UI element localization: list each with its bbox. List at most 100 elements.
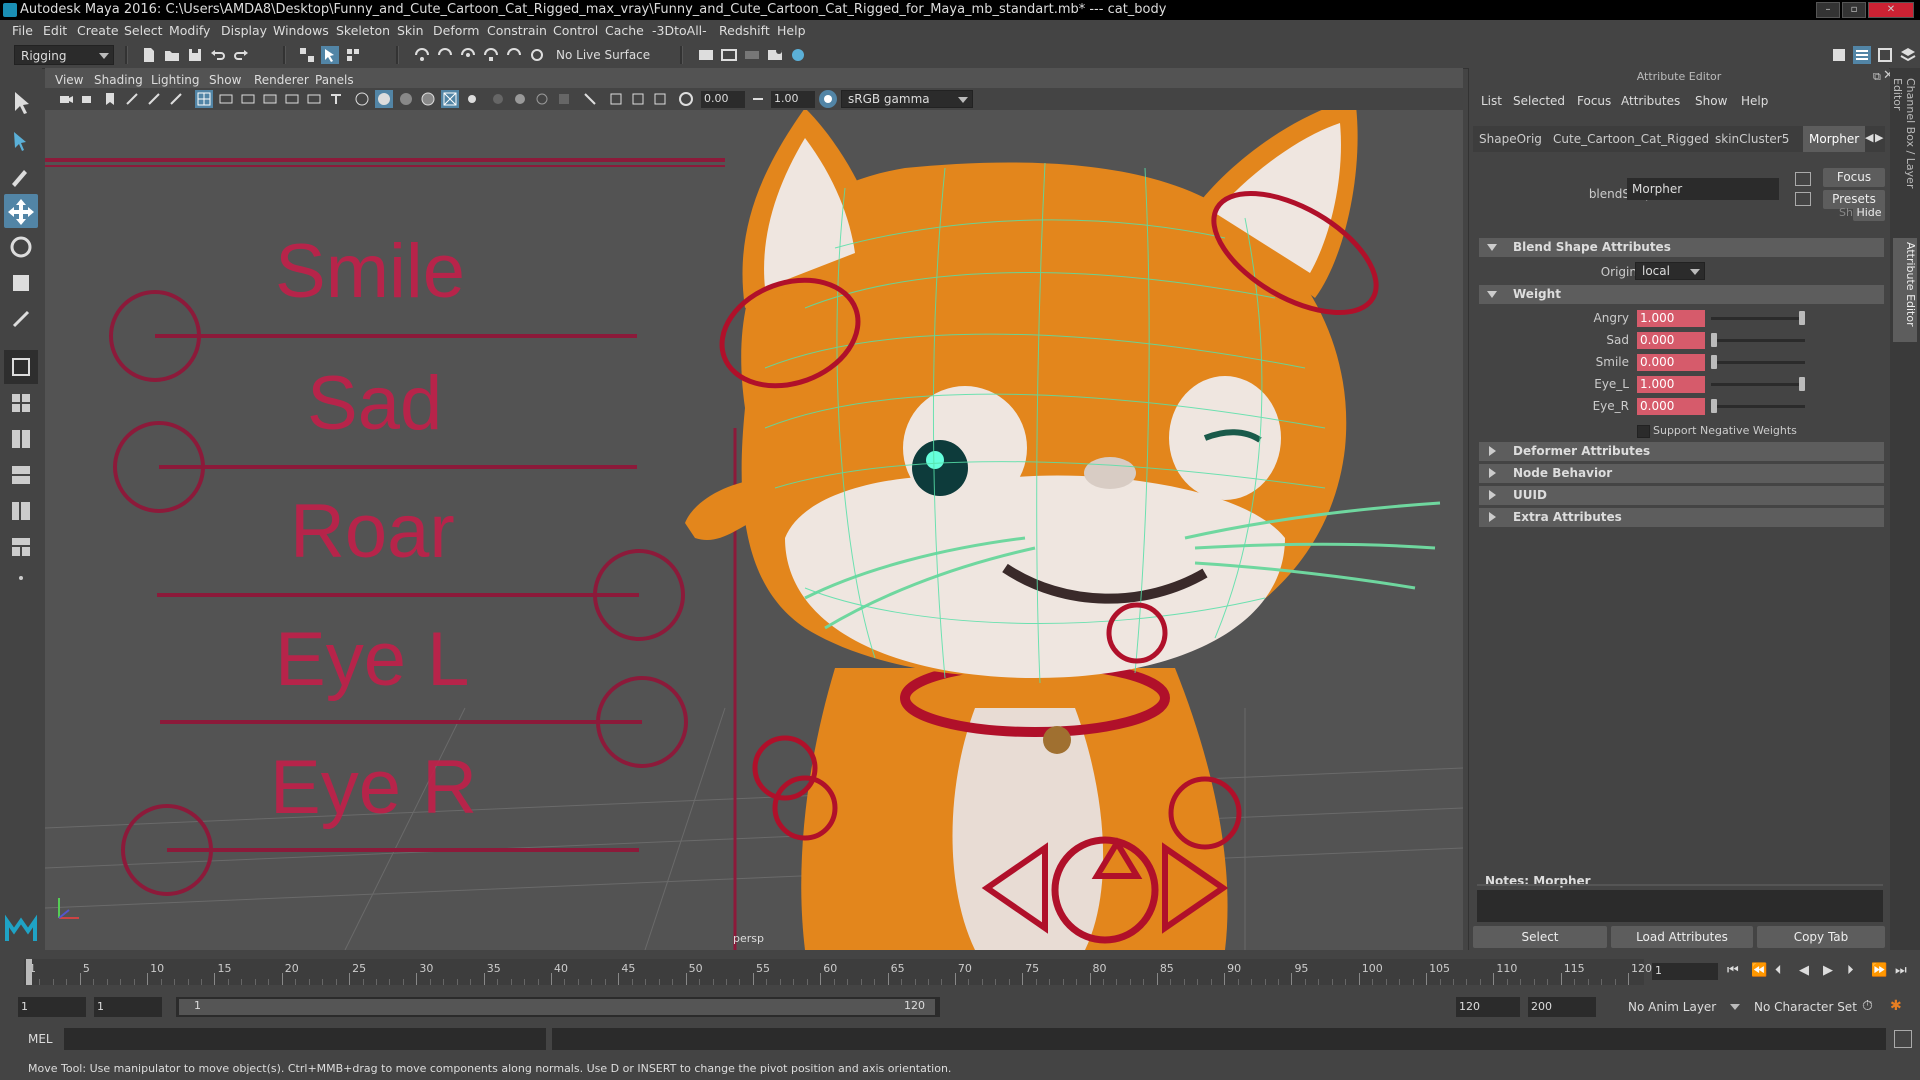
node-name-field[interactable]: Morpher — [1627, 178, 1779, 200]
modeling-toolkit-icon[interactable] — [1830, 46, 1848, 64]
go-to-start-icon[interactable]: ⏮ — [1727, 963, 1739, 978]
scale-tool-icon[interactable] — [4, 266, 38, 300]
weight-field-smile[interactable]: 0.000 — [1637, 354, 1705, 371]
viewport-3d[interactable]: Smile Sad Roar Eye L Eye R persp — [45, 68, 1463, 950]
weight-slider[interactable] — [1711, 377, 1805, 391]
ae-menu-selected[interactable]: Selected — [1513, 94, 1565, 108]
section-node-behavior[interactable]: Node Behavior — [1479, 464, 1884, 483]
go-to-end-icon[interactable]: ⏭ — [1895, 963, 1907, 978]
attribute-editor-toggle-icon[interactable] — [1853, 46, 1871, 64]
section-blend-shape-attributes[interactable]: Blend Shape Attributes — [1479, 238, 1884, 257]
anti-aliasing-icon[interactable] — [555, 90, 573, 108]
auto-key-icon[interactable]: ⏱ — [1862, 998, 1873, 1014]
playback-end-field[interactable]: 120 — [1456, 997, 1520, 1017]
time-ruler[interactable]: 1 5 10 15 20 25 30 35 40 45 50 55 60 65 70 75 80 85 90 95 10… — [24, 959, 1652, 985]
current-frame-field[interactable]: 1 — [1652, 963, 1718, 980]
select-camera-icon[interactable] — [57, 90, 75, 108]
menu-windows[interactable]: Windows — [273, 23, 329, 38]
shadows-icon[interactable] — [489, 90, 507, 108]
persp-graph-layout-icon[interactable] — [4, 458, 38, 492]
gate-mask-icon[interactable] — [261, 90, 279, 108]
move-tool-icon[interactable] — [4, 194, 38, 228]
float-panel-icon[interactable]: ⧉ — [1873, 70, 1881, 84]
select-button[interactable]: Select — [1473, 926, 1607, 948]
xray-icon[interactable] — [441, 90, 459, 108]
single-perspective-layout-icon[interactable] — [4, 350, 38, 384]
weight-slider[interactable] — [1711, 311, 1805, 325]
load-node-icon[interactable] — [1795, 192, 1811, 206]
tab-scroll-left-icon[interactable]: ◀ — [1865, 131, 1873, 144]
animation-preferences-icon[interactable]: ✱ — [1890, 998, 1902, 1014]
color-management-icon[interactable] — [819, 90, 837, 108]
tab-shapeorig[interactable]: ShapeOrig — [1473, 126, 1548, 152]
ae-menu-attributes[interactable]: Attributes — [1621, 94, 1680, 108]
playback-start-field[interactable]: 1 — [94, 997, 162, 1017]
support-negative-checkbox[interactable] — [1637, 425, 1650, 438]
save-scene-icon[interactable] — [186, 46, 204, 64]
ae-menu-help[interactable]: Help — [1741, 94, 1768, 108]
new-scene-icon[interactable] — [140, 46, 158, 64]
menu-edit[interactable]: Edit — [43, 23, 67, 38]
last-tool-icon[interactable] — [4, 302, 38, 336]
focus-node-icon[interactable] — [1795, 172, 1811, 186]
step-forward-key-icon[interactable]: ⏩ — [1871, 963, 1887, 978]
section-weight[interactable]: Weight — [1479, 285, 1884, 304]
isolate-select-icon[interactable] — [581, 90, 599, 108]
gamma-icon[interactable] — [629, 90, 647, 108]
exposure-icon[interactable] — [607, 90, 625, 108]
four-view-layout-icon[interactable] — [4, 386, 38, 420]
weight-slider-knob[interactable] — [1711, 399, 1717, 413]
use-all-lights-icon[interactable] — [463, 90, 481, 108]
time-slider[interactable]: 1 5 10 15 20 25 30 35 40 45 50 55 60 65 70 75 80 85 90 95 10… — [0, 955, 1920, 990]
weight-slider-knob[interactable] — [1711, 355, 1717, 369]
play-backwards-icon[interactable]: ◀ — [1799, 963, 1809, 978]
live-surface-label[interactable]: No Live Surface — [556, 48, 650, 62]
menuset-dropdown[interactable]: Rigging — [14, 45, 114, 65]
snap-grid-icon[interactable] — [413, 46, 431, 64]
menu-skeleton[interactable]: Skeleton — [336, 23, 390, 38]
menu-display[interactable]: Display — [221, 23, 267, 38]
weight-field-angry[interactable]: 1.000 — [1637, 310, 1705, 327]
anim-end-field[interactable]: 200 — [1528, 997, 1596, 1017]
current-time-marker[interactable] — [26, 959, 32, 985]
bookmark-icon[interactable] — [101, 90, 119, 108]
character-set-dropdown[interactable]: No Character Set — [1748, 997, 1868, 1017]
weight-field-sad[interactable]: 0.000 — [1637, 332, 1705, 349]
step-forward-frame-icon[interactable]: ⏵ — [1847, 963, 1854, 978]
menu-constrain[interactable]: Constrain — [487, 23, 547, 38]
ae-menu-list[interactable]: List — [1481, 94, 1502, 108]
make-live-icon[interactable] — [528, 46, 546, 64]
tab-channel-box[interactable]: Channel Box / Layer Editor — [1891, 78, 1917, 218]
notes-field[interactable] — [1477, 890, 1883, 922]
section-uuid[interactable]: UUID — [1479, 486, 1884, 505]
panel-menu-view[interactable]: View — [55, 73, 83, 87]
menu-deform[interactable]: Deform — [433, 23, 479, 38]
screen-space-ao-icon[interactable] — [511, 90, 529, 108]
focus-button[interactable]: Focus — [1823, 168, 1885, 187]
menu-help[interactable]: Help — [777, 23, 806, 38]
smooth-shade-icon[interactable] — [375, 90, 393, 108]
snap-curve-icon[interactable] — [436, 46, 454, 64]
wireframe-on-shaded-icon[interactable] — [419, 90, 437, 108]
camera-attributes-icon[interactable] — [79, 90, 97, 108]
paint-select-tool-icon[interactable] — [4, 158, 38, 192]
film-gate-icon[interactable] — [217, 90, 235, 108]
anim-start-field[interactable]: 1 — [18, 997, 86, 1017]
exposure-reset-icon[interactable] — [677, 90, 695, 108]
redo-icon[interactable] — [232, 46, 250, 64]
weight-slider[interactable] — [1711, 355, 1805, 369]
snap-point-icon[interactable] — [459, 46, 477, 64]
ae-menu-show[interactable]: Show — [1695, 94, 1727, 108]
section-deformer-attributes[interactable]: Deformer Attributes — [1479, 442, 1884, 461]
tab-morpher[interactable]: Morpher — [1803, 126, 1866, 152]
tab-attribute-editor[interactable]: Attribute Editor — [1893, 238, 1917, 342]
panel-menu-renderer[interactable]: Renderer — [254, 73, 309, 87]
command-input[interactable] — [64, 1028, 546, 1050]
view-transform-icon[interactable] — [651, 90, 669, 108]
section-extra-attributes[interactable]: Extra Attributes — [1479, 508, 1884, 527]
select-tool-icon[interactable] — [4, 86, 38, 120]
select-object-icon[interactable] — [321, 46, 339, 64]
tab-scroll-right-icon[interactable]: ▶ — [1875, 131, 1883, 144]
lasso-tool-icon[interactable] — [4, 122, 38, 156]
copy-tab-button[interactable]: Copy Tab — [1757, 926, 1885, 948]
